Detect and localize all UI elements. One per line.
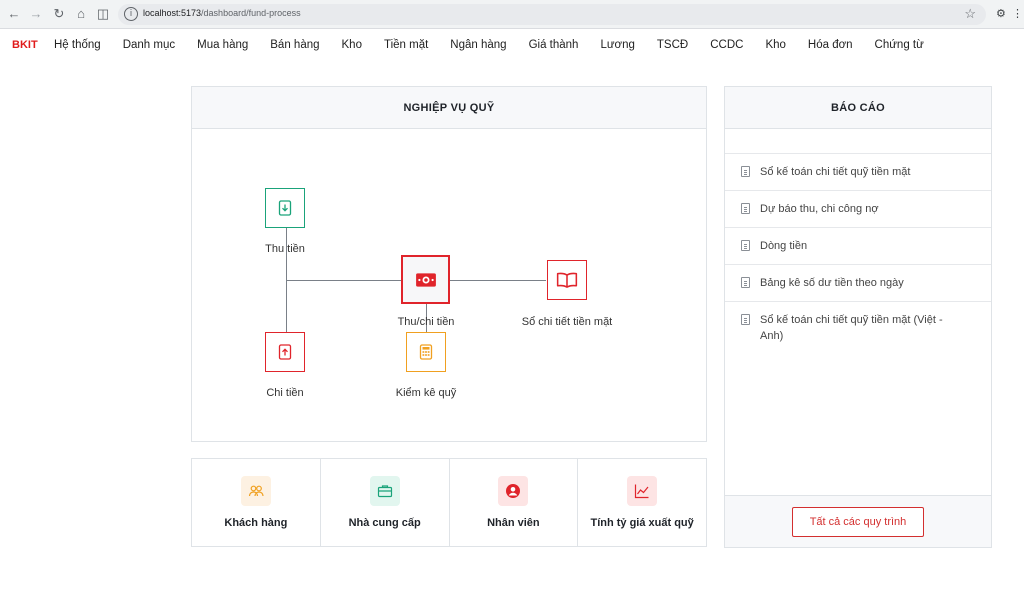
quick-links: Khách hàng Nhà cung cấp Nhân viên Tính t… xyxy=(191,458,707,547)
report-item[interactable]: Sổ kế toán chi tiết quỹ tiền mặt xyxy=(725,154,991,191)
forward-icon[interactable]: → xyxy=(28,6,44,22)
calculator-icon xyxy=(419,344,433,360)
menu-item[interactable]: Danh mục xyxy=(123,39,175,51)
reports-footer: Tất cả các quy trình xyxy=(725,495,991,547)
briefcase-icon xyxy=(369,476,400,506)
document-icon xyxy=(741,240,750,251)
bookmark-star-icon[interactable]: ☆ xyxy=(964,6,976,22)
report-item[interactable]: Sổ kế toán chi tiết quỹ tiền mặt (Việt -… xyxy=(725,302,991,354)
reload-icon[interactable]: ↻ xyxy=(51,6,67,22)
document-icon xyxy=(741,314,750,325)
menu-icon[interactable]: ⋮ xyxy=(1012,7,1023,20)
card-label: Khách hàng xyxy=(224,517,288,529)
menu-item[interactable]: Lương xyxy=(600,39,634,51)
payment-node[interactable] xyxy=(265,332,305,372)
browser-toolbar: ← → ↻ ⌂ ◫ i localhost:5173/dashboard/fun… xyxy=(0,0,1024,29)
document-icon xyxy=(741,203,750,214)
reports-spacer xyxy=(725,129,991,154)
main-menu: Hệ thống Danh mục Mua hàng Bán hàng Kho Tiền … xyxy=(54,39,946,51)
home-icon[interactable]: ⌂ xyxy=(73,6,89,22)
menu-item[interactable]: CCDC xyxy=(710,39,743,51)
menu-item[interactable]: Kho xyxy=(342,39,362,51)
receipt-label: Thu tiền xyxy=(265,243,305,255)
menu-item[interactable]: Bán hàng xyxy=(270,39,319,51)
cash-icon xyxy=(416,273,436,287)
menu-item[interactable]: Kho xyxy=(765,39,785,51)
book-icon xyxy=(556,272,578,288)
url-text: localhost:5173/dashboard/fund-process xyxy=(143,8,301,18)
fund-count-label: Kiểm kê quỹ xyxy=(395,387,457,399)
user-circle-icon xyxy=(498,476,529,506)
menu-item[interactable]: Tiền mặt xyxy=(384,39,428,51)
upload-doc-icon xyxy=(278,344,292,360)
card-exchange-rate[interactable]: Tính tỷ giá xuất quỹ xyxy=(578,459,706,546)
download-doc-icon xyxy=(278,200,292,216)
report-list: Sổ kế toán chi tiết quỹ tiền mặt Dự báo … xyxy=(725,154,991,354)
sidebar-icon[interactable]: ◫ xyxy=(95,6,111,22)
document-icon xyxy=(741,277,750,288)
menu-item[interactable]: Mua hàng xyxy=(197,39,248,51)
card-employees[interactable]: Nhân viên xyxy=(450,459,579,546)
site-info-icon[interactable]: i xyxy=(124,7,138,21)
receipt-payment-label: Thu/chi tiền xyxy=(397,316,455,328)
report-item[interactable]: Bảng kê số dư tiền theo ngày xyxy=(725,265,991,302)
card-label: Nhà cung cấp xyxy=(348,517,421,529)
menu-item[interactable]: Chứng từ xyxy=(875,39,924,51)
back-icon[interactable]: ← xyxy=(6,6,22,22)
report-item[interactable]: Dòng tiền xyxy=(725,228,991,265)
card-suppliers[interactable]: Nhà cung cấp xyxy=(321,459,450,546)
chart-line-icon xyxy=(627,476,658,506)
document-icon xyxy=(741,166,750,177)
users-icon xyxy=(240,476,271,506)
extension-icon[interactable]: ⚙ xyxy=(996,7,1006,20)
receipt-payment-node[interactable] xyxy=(401,255,450,304)
cash-ledger-node[interactable] xyxy=(547,260,587,300)
fund-count-node[interactable] xyxy=(406,332,446,372)
menu-item[interactable]: Hệ thống xyxy=(54,39,101,51)
cash-ledger-label: Sổ chi tiết tiền mặt xyxy=(521,316,613,328)
menu-item[interactable]: TSCĐ xyxy=(657,39,688,51)
all-processes-button[interactable]: Tất cả các quy trình xyxy=(792,507,924,537)
brand-logo[interactable]: BKIT xyxy=(12,39,38,51)
report-item[interactable]: Dự báo thu, chi công nợ xyxy=(725,191,991,228)
receipt-node[interactable] xyxy=(265,188,305,228)
menu-item[interactable]: Ngân hàng xyxy=(450,39,506,51)
process-panel: NGHIỆP VỤ QUỸ Thu tiền Chi tiền Thu/chi … xyxy=(191,86,707,442)
card-label: Tính tỷ giá xuất quỹ xyxy=(590,517,694,529)
process-title: NGHIỆP VỤ QUỸ xyxy=(192,87,706,129)
card-label: Nhân viên xyxy=(487,517,540,529)
menu-item[interactable]: Hóa đơn xyxy=(808,39,853,51)
address-bar[interactable]: i localhost:5173/dashboard/fund-process … xyxy=(118,4,986,25)
payment-label: Chi tiền xyxy=(266,387,304,399)
menu-item[interactable]: Giá thành xyxy=(529,39,579,51)
card-customers[interactable]: Khách hàng xyxy=(192,459,321,546)
app-navbar: BKIT Hệ thống Danh mục Mua hàng Bán hàng Kho… xyxy=(0,29,1024,63)
reports-panel: BÁO CÁO Sổ kế toán chi tiết quỹ tiền mặt… xyxy=(724,86,992,548)
reports-title: BÁO CÁO xyxy=(725,87,991,129)
